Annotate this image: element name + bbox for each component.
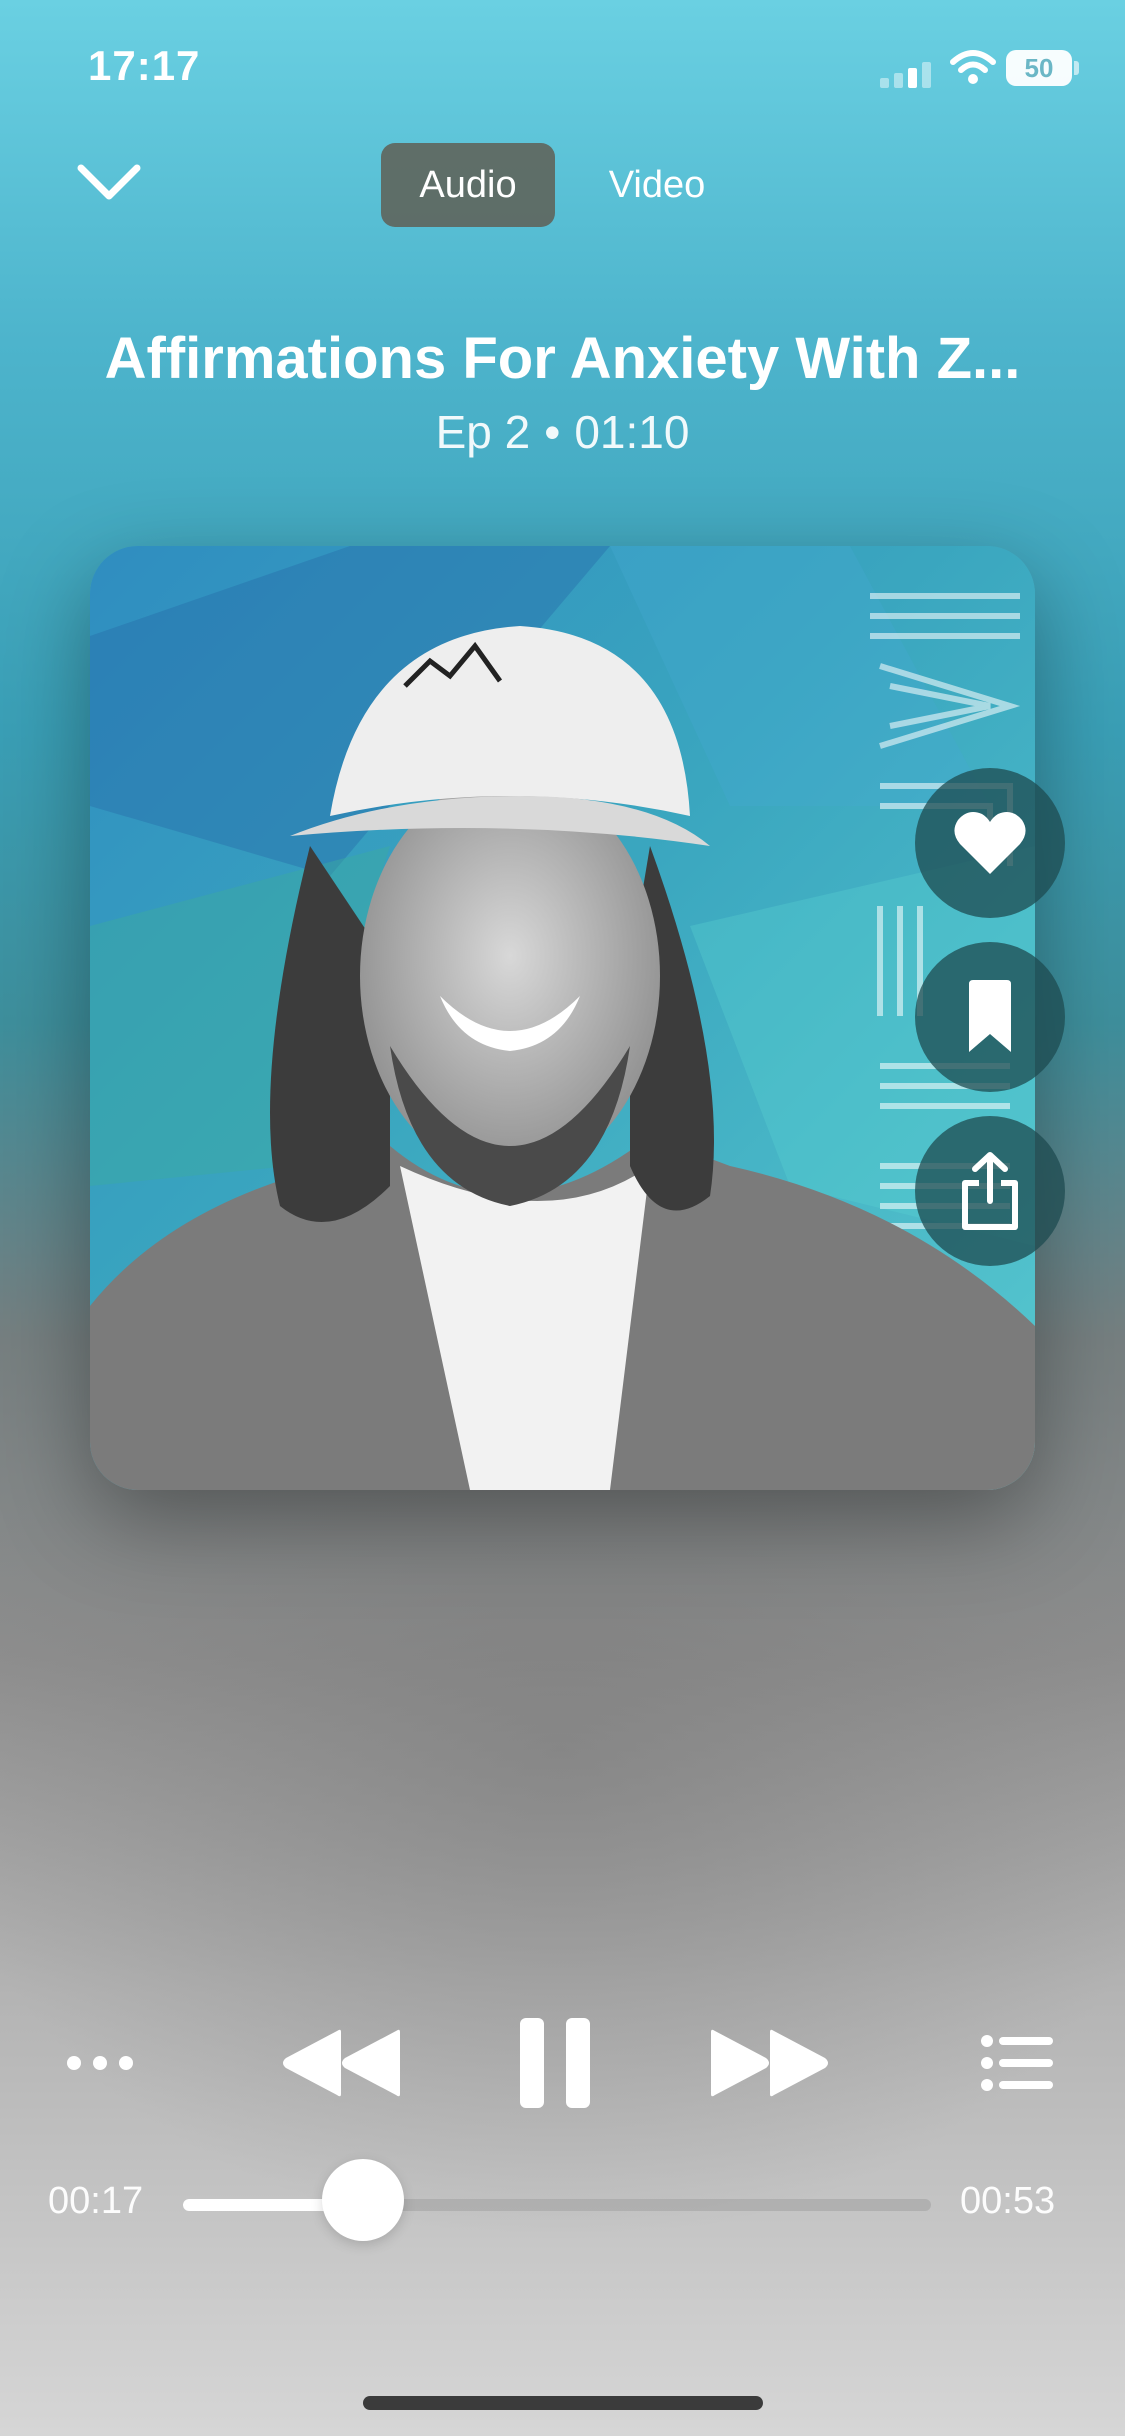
progress-thumb[interactable] xyxy=(321,2159,404,2241)
separator-dot: • xyxy=(544,406,561,458)
episode-duration: 01:10 xyxy=(574,406,690,458)
queue-button[interactable] xyxy=(975,2030,1059,2096)
pause-icon xyxy=(520,2018,590,2108)
elapsed-time: 00:17 xyxy=(48,2180,144,2222)
ellipsis-icon xyxy=(67,2056,133,2070)
share-icon xyxy=(962,1152,1018,1230)
tab-audio[interactable]: Audio xyxy=(381,143,555,227)
fast-forward-icon xyxy=(711,2029,828,2097)
episode-title: Affirmations For Anxiety With Z... xyxy=(104,326,1021,391)
tab-video[interactable]: Video xyxy=(588,143,726,227)
battery-cap xyxy=(1074,61,1079,75)
pause-button[interactable] xyxy=(510,2010,600,2116)
share-button[interactable] xyxy=(915,1116,1065,1266)
episode-meta: Ep 2 • 01:10 xyxy=(0,405,1125,459)
cellular-signal-icon xyxy=(880,62,931,88)
bookmark-icon xyxy=(969,980,1011,1052)
home-indicator xyxy=(363,2396,763,2410)
remaining-time: 00:53 xyxy=(960,2180,1056,2222)
episode-number: Ep 2 xyxy=(435,406,531,458)
like-button[interactable] xyxy=(915,768,1065,918)
chevron-down-icon xyxy=(77,164,141,200)
rewind-button[interactable] xyxy=(276,2020,406,2106)
status-time: 17:17 xyxy=(88,42,201,89)
heart-icon xyxy=(954,812,1026,874)
collapse-player-button[interactable] xyxy=(72,150,146,214)
bookmark-button[interactable] xyxy=(915,942,1065,1092)
fast-forward-button[interactable] xyxy=(705,2020,835,2106)
battery-indicator: 50 xyxy=(1006,50,1072,86)
episode-artwork xyxy=(90,546,1035,1490)
wifi-icon xyxy=(950,50,996,84)
rewind-icon xyxy=(283,2029,400,2097)
more-options-button[interactable] xyxy=(60,2030,140,2096)
list-icon xyxy=(981,2035,1053,2091)
